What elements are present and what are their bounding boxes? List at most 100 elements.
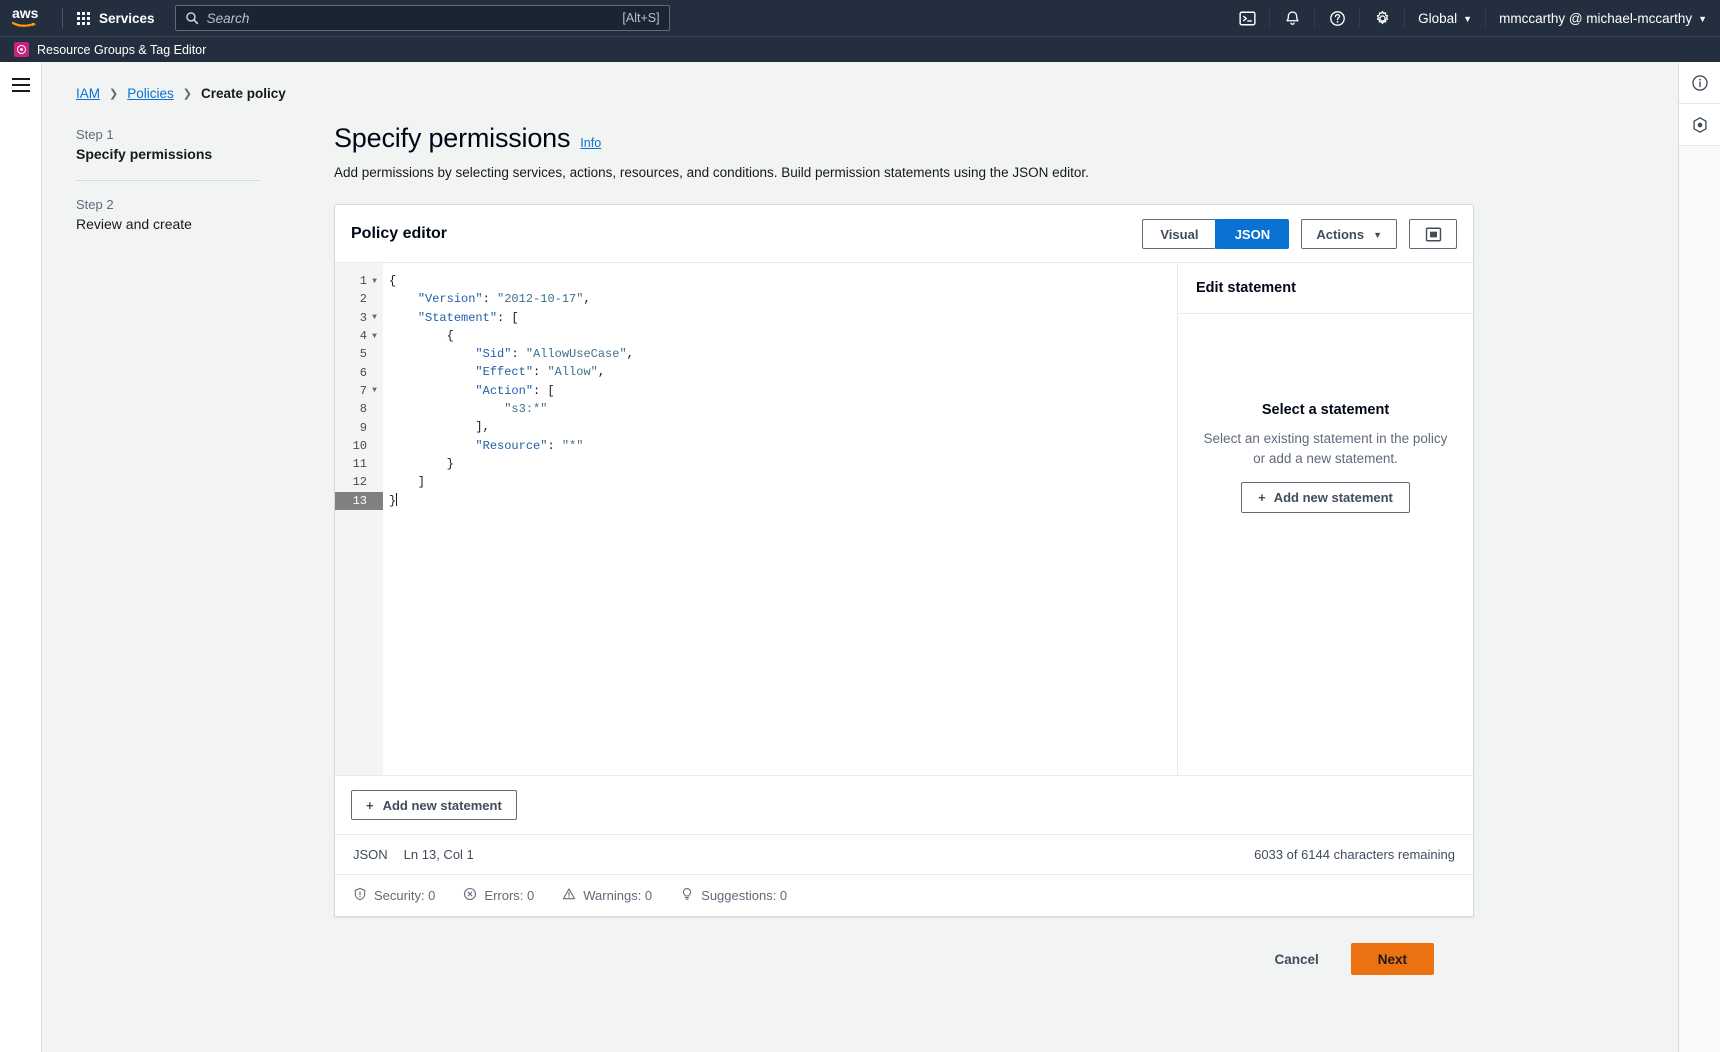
character-count-label: 6033 of 6144 characters remaining — [1254, 847, 1455, 862]
policy-editor-card: Policy editor Visual JSON Actions ▼ 1 ▼ … — [334, 204, 1474, 917]
info-link[interactable]: Info — [580, 136, 601, 150]
code-line: "Action": [ — [475, 383, 555, 398]
breadcrumb-item-policies[interactable]: Policies — [127, 86, 174, 101]
line-number-5: 5▼ — [359, 347, 367, 362]
code-line: } — [389, 456, 454, 471]
editor-code-content[interactable]: { "Version": "2012-10-17", "Statement": … — [383, 263, 1177, 775]
left-nav-rail — [0, 62, 42, 1052]
code-line: { — [389, 274, 397, 288]
line-number-3: 3 ▼ — [335, 309, 383, 327]
security-icon — [353, 887, 367, 904]
global-search-box[interactable]: [Alt+S] — [174, 5, 670, 31]
settings-icon[interactable] — [1360, 0, 1404, 36]
top-navigation-bar: aws Services [Alt+S] — [0, 0, 1720, 36]
help-icon[interactable] — [1315, 0, 1359, 36]
info-panel-icon[interactable] — [1678, 62, 1720, 104]
step-1-number: Step 1 — [76, 127, 114, 142]
fold-toggle-icon[interactable]: ▼ — [370, 332, 379, 341]
code-line: "Resource": "*" — [475, 438, 584, 453]
code-line: "Effect": "Allow", — [475, 365, 606, 380]
content-columns: Step 1 Specify permissions Step 2 Review… — [42, 101, 1678, 975]
cursor-position-label: Ln 13, Col 1 — [403, 847, 474, 862]
editor-diagnostics-bar: Security: 0 Errors: 0 Warnings: 0 Sugges… — [335, 875, 1473, 916]
page-description: Add permissions by selecting services, a… — [334, 165, 1089, 180]
diagnostic-suggestions[interactable]: Suggestions: 0 — [680, 887, 787, 904]
cloudshell-icon[interactable] — [1225, 0, 1269, 36]
cancel-button[interactable]: Cancel — [1266, 946, 1326, 973]
right-tool-rail — [1678, 62, 1720, 1052]
notifications-icon[interactable] — [1270, 0, 1314, 36]
line-number-6: 6▼ — [359, 365, 367, 380]
plus-icon: + — [1258, 490, 1266, 506]
tab-visual[interactable]: Visual — [1142, 219, 1217, 249]
page-header: Specify permissions Info — [334, 123, 1474, 154]
code-line: "Version": "2012-10-17", — [417, 292, 591, 307]
status-left: JSON Ln 13, Col 1 — [353, 847, 474, 862]
step-2-number: Step 2 — [76, 197, 114, 212]
code-line: ], — [389, 420, 490, 435]
region-label: Global — [1418, 10, 1458, 26]
breadcrumb: IAM ❯ Policies ❯ Create policy — [42, 62, 1678, 101]
services-menu-button[interactable]: Services — [63, 0, 169, 36]
resource-groups-bar: Resource Groups & Tag Editor — [0, 36, 1720, 62]
diagnostic-security[interactable]: Security: 0 — [353, 887, 435, 904]
main-column: Specify permissions Info Add permissions… — [334, 123, 1514, 975]
code-line: "Sid": "AllowUseCase", — [475, 347, 634, 362]
fold-toggle-icon[interactable]: ▼ — [370, 313, 379, 322]
toggle-side-panel-button[interactable] — [1409, 219, 1457, 249]
line-number-10: 10▼ — [352, 438, 367, 453]
add-new-statement-button[interactable]: + Add new statement — [351, 790, 517, 820]
page-content: IAM ❯ Policies ❯ Create policy Step 1 Sp… — [42, 62, 1678, 1052]
search-input[interactable] — [206, 10, 615, 26]
editor-mode-label: JSON — [353, 847, 388, 862]
account-menu[interactable]: mmccarthy @ michael-mccarthy ▼ — [1486, 0, 1720, 36]
wizard-footer: Cancel Next — [334, 921, 1474, 975]
chevron-right-icon: ❯ — [109, 88, 119, 100]
code-line: ] — [389, 475, 426, 490]
next-button[interactable]: Next — [1350, 943, 1434, 975]
fold-toggle-icon[interactable]: ▼ — [370, 277, 379, 286]
code-line: "s3:*" — [504, 402, 548, 417]
step-divider — [76, 180, 260, 181]
line-number-4: 4 ▼ — [335, 327, 383, 345]
region-selector[interactable]: Global ▼ — [1405, 0, 1485, 36]
fold-toggle-icon[interactable]: ▼ — [370, 386, 379, 395]
wizard-steps: Step 1 Specify permissions Step 2 Review… — [76, 123, 334, 975]
breadcrumb-item-iam[interactable]: IAM — [76, 86, 100, 101]
page-title: Specify permissions — [334, 123, 571, 153]
search-shortcut-hint: [Alt+S] — [622, 11, 660, 25]
resource-groups-icon — [14, 42, 29, 57]
resource-groups-label[interactable]: Resource Groups & Tag Editor — [37, 43, 206, 57]
line-number-7: 7 ▼ — [335, 382, 383, 400]
diagnostic-warnings[interactable]: Warnings: 0 — [562, 887, 652, 904]
errors-icon — [463, 887, 477, 904]
policy-editor-title: Policy editor — [351, 225, 448, 242]
editor-line-numbers: 1▼ 2▼ 3▼4▼ 5▼ 6▼ 7▼ 8▼ 9▼ 10▼ 11▼ 12▼13▼ — [335, 263, 383, 775]
diagnostic-security-label: Security: 0 — [374, 888, 436, 903]
add-statement-bar: + Add new statement — [335, 776, 1473, 835]
line-number-12: 12▼ — [352, 475, 367, 490]
account-label: mmccarthy @ michael-mccarthy — [1499, 10, 1693, 26]
edit-statement-header: Edit statement — [1178, 263, 1473, 314]
line-number-8: 8▼ — [359, 402, 367, 417]
code-line: "Statement": [ — [417, 310, 519, 325]
add-new-statement-panel-button[interactable]: + Add new statement — [1241, 482, 1410, 514]
security-advisor-icon[interactable] — [1678, 104, 1720, 146]
chevron-down-icon: ▼ — [1698, 14, 1707, 24]
json-code-editor[interactable]: 1▼ 2▼ 3▼4▼ 5▼ 6▼ 7▼ 8▼ 9▼ 10▼ 11▼ 12▼13▼ { "Versio… — [335, 263, 1177, 775]
diagnostic-warnings-label: Warnings: 0 — [583, 888, 653, 903]
actions-dropdown-button[interactable]: Actions ▼ — [1301, 219, 1397, 249]
code-line: { — [389, 328, 454, 343]
diagnostic-errors[interactable]: Errors: 0 — [463, 887, 534, 904]
empty-state-description: Select an existing statement in the poli… — [1203, 431, 1448, 466]
step-2-title[interactable]: Review and create — [76, 216, 334, 232]
diagnostic-suggestions-label: Suggestions: 0 — [701, 888, 788, 903]
menu-toggle-icon[interactable] — [11, 78, 30, 92]
chevron-right-icon: ❯ — [182, 88, 192, 100]
tab-json[interactable]: JSON — [1215, 219, 1290, 249]
step-1-title[interactable]: Specify permissions — [76, 146, 334, 162]
empty-state-title: Select a statement — [1261, 402, 1390, 418]
editor-status-bar: JSON Ln 13, Col 1 6033 of 6144 character… — [335, 835, 1473, 875]
add-new-statement-label: Add new statement — [382, 797, 502, 813]
aws-logo[interactable]: aws — [0, 6, 62, 30]
